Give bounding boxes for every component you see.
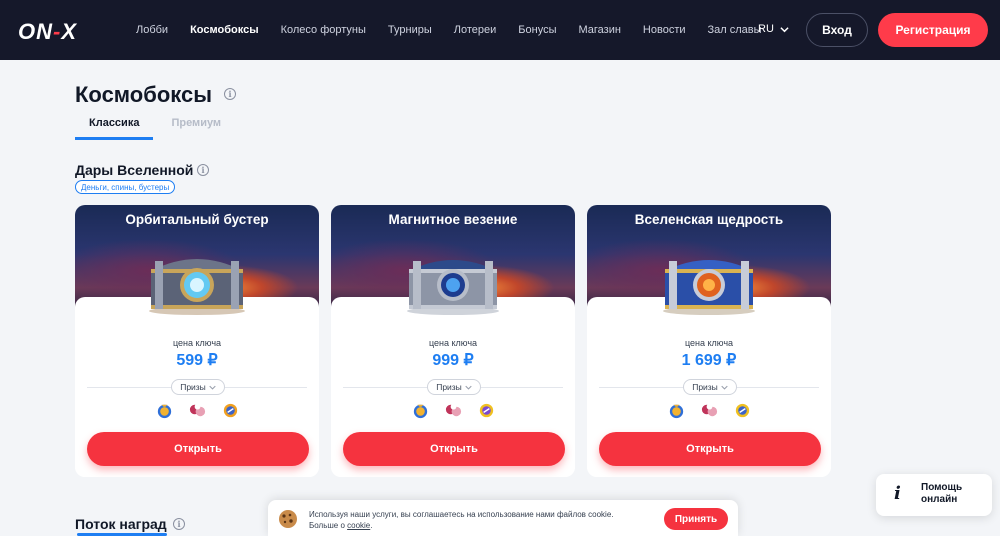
prize-icons [331,401,575,420]
booster-icon [735,403,749,418]
prizes-label: Призы [436,382,462,392]
booster-icon [223,403,237,418]
logo[interactable]: ON-X [18,19,77,45]
card-title: Орбитальный бустер [125,212,269,227]
prizes-label: Призы [692,382,718,392]
help-label-line1: Помощь [921,482,963,493]
chest-image [663,260,755,315]
nav-item-shop[interactable]: Магазин [578,24,620,36]
booster-icon [479,403,493,418]
card-title: Магнитное везение [388,212,518,227]
accept-cookie-button[interactable]: Принять [664,508,728,530]
key-price: 1 699 ₽ [681,352,737,369]
prizes-dropdown[interactable]: Призы [427,379,481,395]
help-label: Помощь онлайн [921,482,981,506]
top-header: ON-X Лобби Космобоксы Колесо фортуны Тур… [0,0,1000,60]
cookie-message: Используя наши услуги, вы соглашаетесь н… [309,509,649,531]
key-price-label: цена ключа [684,338,734,348]
cookie-banner: Используя наши услуги, вы соглашаетесь н… [268,500,738,536]
register-button[interactable]: Регистрация [878,13,988,47]
money-bag-icon [669,404,683,419]
nav-item-cosmoboxes[interactable]: Космобоксы [190,24,259,36]
language-selector[interactable]: RU [758,23,789,35]
section-title: Поток наград [75,516,167,532]
help-label-line2: онлайн [921,494,958,505]
nav-item-wheel-of-fortune[interactable]: Колесо фортуны [281,24,366,36]
spins-icon [189,403,205,417]
help-online-widget[interactable]: i Помощь онлайн [876,474,992,516]
tab-classic[interactable]: Классика [75,115,154,140]
section-badge: Деньги, спины, бустеры [75,180,176,194]
cookie-text: Используя наши услуги, вы соглашаетесь н… [309,510,614,519]
nav-item-tournaments[interactable]: Турниры [388,24,432,36]
prizes-label: Призы [180,382,206,392]
prize-icons [587,401,831,420]
box-type-tabs: Классика Премиум [75,115,235,140]
nav-item-lobby[interactable]: Лобби [136,24,168,36]
info-icon[interactable]: i [173,518,185,530]
key-price-label: цена ключа [428,338,478,348]
open-button[interactable]: Открыть [599,432,821,466]
page-title: Космобоксы [75,82,213,107]
section-title: Дары Вселенной [75,162,194,178]
tab-premium[interactable]: Премиум [153,115,235,140]
main-nav: Лобби Космобоксы Колесо фортуны Турниры … [136,0,762,60]
login-button[interactable]: Вход [806,13,868,47]
chest-image [407,260,499,315]
box-card: Орбитальный бустер цена ключа 599 ₽ Приз… [75,205,319,477]
money-bag-icon [413,404,427,419]
info-icon: i [894,483,901,504]
box-card: Вселенская щедрость цена ключа 1 699 ₽ П… [587,205,831,477]
chevron-down-icon [465,385,472,390]
cookie-link[interactable]: cookie [347,521,370,530]
prizes-dropdown[interactable]: Призы [171,379,225,395]
money-bag-icon [157,404,171,419]
chest-image [149,259,245,315]
prize-icons [75,401,319,420]
logo-x: X [61,19,78,44]
nav-item-hall-of-fame[interactable]: Зал славы [708,24,762,36]
chevron-down-icon [209,385,216,390]
key-price-label: цена ключа [172,338,222,348]
card-title: Вселенская щедрость [634,212,784,227]
cookie-more-suffix: . [370,521,373,530]
info-icon[interactable]: i [224,88,236,100]
logo-text: ON [18,19,53,44]
cookie-more-prefix: Больше о [309,521,348,530]
key-price: 599 ₽ [176,352,218,369]
box-card: Магнитное везение цена ключа 999 ₽ Призы… [331,205,575,477]
key-price: 999 ₽ [432,352,474,369]
prizes-dropdown[interactable]: Призы [683,379,737,395]
language-label: RU [758,23,774,35]
nav-item-news[interactable]: Новости [643,24,686,36]
nav-item-bonuses[interactable]: Бонусы [518,24,556,36]
spins-icon [445,403,461,417]
open-button[interactable]: Открыть [343,432,565,466]
chevron-down-icon [780,26,789,32]
chevron-down-icon [721,385,728,390]
info-icon[interactable]: i [197,164,209,176]
cookie-icon [279,510,297,528]
spins-icon [701,403,717,417]
open-button[interactable]: Открыть [87,432,309,466]
nav-item-lotteries[interactable]: Лотереи [454,24,497,36]
